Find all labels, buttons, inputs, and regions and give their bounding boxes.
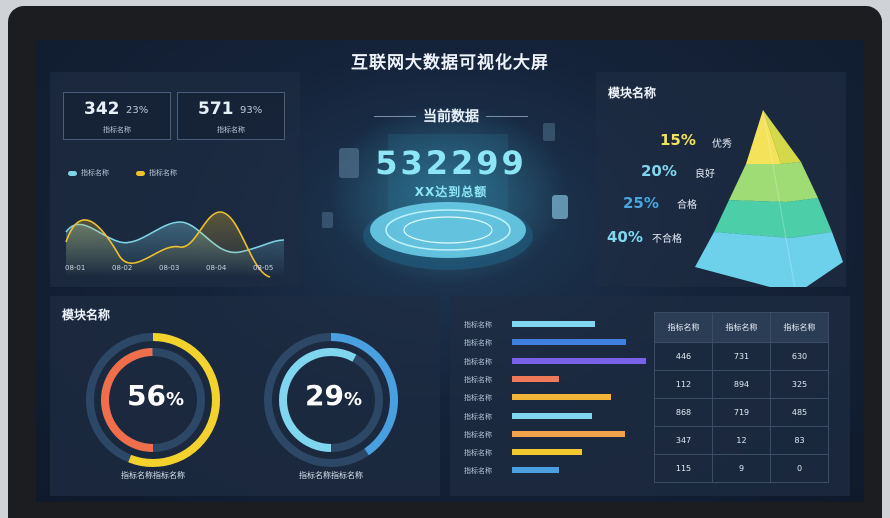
pyramid-label: 良好 [695, 169, 715, 180]
donut-caption: 指标名称指标名称 [121, 471, 185, 480]
bar[interactable] [512, 449, 582, 456]
donut-panel: 模块名称 56% 29% 指标名称指标名称 指标名称指标名称 [50, 296, 440, 496]
bar-label: 指标名称 [464, 430, 492, 439]
bar-label: 指标名称 [464, 321, 492, 329]
table-row[interactable]: 115 9 0 [654, 454, 829, 483]
table-header-row: 指标名称 指标名称 指标名称 [654, 312, 829, 343]
bar-label: 指标名称 [464, 394, 492, 403]
table-cell: 719 [712, 398, 771, 427]
table-cell: 630 [770, 342, 829, 371]
table-header[interactable]: 指标名称 [770, 312, 829, 343]
bar-label: 指标名称 [464, 449, 492, 458]
pyramid-label: 优秀 [712, 139, 732, 150]
bar-label: 指标名称 [464, 467, 492, 476]
bar[interactable] [512, 339, 626, 346]
pyramid-percent: 40% [607, 228, 643, 246]
pyramid-panel: 模块名称 15% 优秀 20% 良好 25% 合格 40% 不合格 [596, 72, 846, 287]
bar-label: 指标名称 [464, 357, 492, 366]
table-header[interactable]: 指标名称 [654, 312, 713, 343]
table-cell: 894 [712, 370, 771, 399]
donut-caption: 指标名称指标名称 [299, 471, 363, 480]
pyramid-chart [695, 109, 843, 287]
table-cell: 446 [654, 342, 713, 371]
pyramid-label: 不合格 [652, 234, 682, 245]
table-row[interactable]: 112 894 325 [654, 370, 829, 399]
bar[interactable] [512, 467, 559, 474]
pyramid-percent: 20% [641, 162, 677, 180]
donut-charts [86, 333, 398, 467]
donut-number: 56 [127, 379, 166, 412]
table-cell: 9 [712, 454, 771, 483]
table-cell: 347 [654, 426, 713, 455]
donut-unit: % [343, 389, 363, 410]
dashboard-screen: 互联网大数据可视化大屏 342 23% 指标名称 571 93% 指标名称 指标… [36, 40, 864, 502]
bar-label: 指标名称 [464, 339, 492, 348]
pyramid-percent: 25% [623, 194, 659, 212]
table-cell: 112 [654, 370, 713, 399]
donut-value: 29% [305, 379, 362, 412]
donut-number: 29 [305, 379, 344, 412]
cylinder-icon [552, 195, 568, 219]
bar[interactable] [512, 412, 592, 419]
donut-unit: % [165, 389, 185, 410]
table-cell: 485 [770, 398, 829, 427]
table-cell: 325 [770, 370, 829, 399]
table-row[interactable]: 868 719 485 [654, 398, 829, 427]
table-row[interactable]: 347 12 83 [654, 426, 829, 455]
bar[interactable] [512, 321, 595, 327]
data-table: 指标名称 指标名称 指标名称 446 731 630 112 894 325 8… [654, 312, 829, 483]
pyramid-level-3 [714, 198, 832, 238]
pyramid-level-4 [695, 232, 843, 287]
pyramid-label: 合格 [677, 200, 697, 211]
bar[interactable] [512, 394, 611, 401]
pyramid-percent: 15% [660, 131, 696, 149]
total-value: 532299 [375, 144, 527, 182]
table-cell: 868 [654, 398, 713, 427]
cylinder-icon [322, 212, 333, 228]
total-subtitle: XX达到总额 [414, 185, 488, 199]
cylinder-icon [543, 123, 555, 141]
table-row[interactable]: 446 731 630 [654, 342, 829, 371]
bar[interactable] [512, 357, 646, 364]
bar[interactable] [512, 430, 625, 437]
bar[interactable] [512, 375, 559, 382]
donut-value: 56% [127, 379, 184, 412]
table-cell: 731 [712, 342, 771, 371]
table-cell: 115 [654, 454, 713, 483]
table-header[interactable]: 指标名称 [712, 312, 771, 343]
table-cell: 12 [712, 426, 771, 455]
monitor-frame: 互联网大数据可视化大屏 342 23% 指标名称 571 93% 指标名称 指标… [8, 6, 882, 518]
bar-label: 指标名称 [464, 375, 492, 384]
center-heading: 当前数据 [423, 109, 479, 125]
table-cell: 83 [770, 426, 829, 455]
bar-label: 指标名称 [464, 412, 492, 421]
table-cell: 0 [770, 454, 829, 483]
